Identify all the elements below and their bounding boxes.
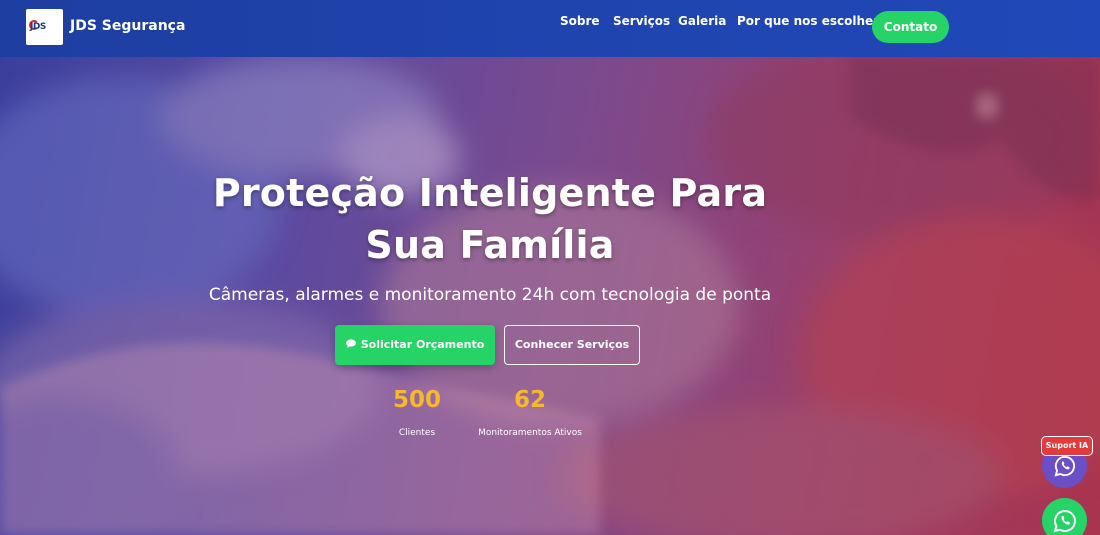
top-navbar: JDS JDS Segurança Sobre Serviços Galeria… bbox=[0, 0, 1100, 57]
stat-monitoramentos-label: Monitoramentos Ativos bbox=[478, 428, 582, 438]
company-logo[interactable]: JDS bbox=[26, 9, 63, 45]
stat-clientes-value: 500 bbox=[392, 387, 441, 413]
nav-link-por-que[interactable]: Por que nos escolher bbox=[737, 14, 879, 28]
nav-link-servicos[interactable]: Serviços bbox=[613, 14, 670, 28]
solicitar-orcamento-button[interactable]: Solicitar Orçamento bbox=[335, 325, 495, 365]
whatsapp-button[interactable] bbox=[1042, 498, 1087, 535]
whatsapp-icon bbox=[1053, 509, 1076, 532]
solicitar-orcamento-label: Solicitar Orçamento bbox=[360, 338, 485, 351]
contato-button[interactable]: Contato bbox=[872, 11, 949, 43]
suporte-ia-badge[interactable]: Suport IA bbox=[1041, 436, 1093, 456]
nav-link-galeria[interactable]: Galeria bbox=[678, 14, 726, 28]
nav-link-sobre[interactable]: Sobre bbox=[560, 14, 600, 28]
stat-clientes-label: Clientes bbox=[398, 428, 436, 438]
hero-subtitle: Câmeras, alarmes e monitoramento 24h com… bbox=[208, 285, 772, 305]
logo-text: JDS bbox=[30, 22, 46, 32]
stat-monitoramentos-value: 62 bbox=[513, 387, 546, 413]
conhecer-servicos-button[interactable]: Conhecer Serviços bbox=[504, 325, 640, 365]
hero-title: Proteção Inteligente Para Sua Família bbox=[212, 171, 768, 267]
brand-name[interactable]: JDS Segurança bbox=[70, 18, 185, 34]
hero-section: Proteção Inteligente Para Sua Família Câ… bbox=[0, 57, 1100, 535]
whatsapp-icon bbox=[1054, 455, 1075, 476]
speech-bubble-icon bbox=[345, 326, 356, 366]
